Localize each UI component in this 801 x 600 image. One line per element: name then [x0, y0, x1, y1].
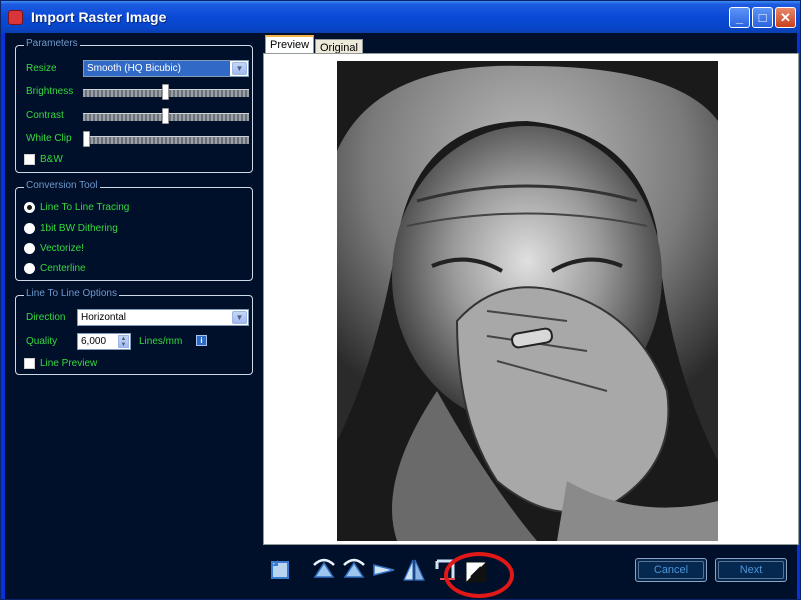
- rotate-left-icon[interactable]: [311, 557, 337, 583]
- mirror-icon[interactable]: [401, 557, 427, 583]
- parameters-group: Parameters Resize Smooth (HQ Bicubic) ▼ …: [15, 38, 253, 173]
- bw-checkbox[interactable]: [24, 154, 35, 165]
- red-annotation-circle: [444, 552, 514, 598]
- resize-label: Resize: [26, 63, 57, 74]
- quality-value: 6,000: [81, 336, 107, 347]
- radio-label-1bit-dithering: 1bit BW Dithering: [40, 223, 118, 234]
- resize-value: Smooth (HQ Bicubic): [84, 61, 230, 76]
- preview-image: [337, 61, 718, 541]
- radio-line-to-line[interactable]: [24, 202, 35, 213]
- contrast-slider-thumb[interactable]: [162, 108, 169, 124]
- direction-value: Horizontal: [81, 312, 127, 323]
- line-preview-label: Line Preview: [40, 358, 98, 369]
- radio-label-line-to-line: Line To Line Tracing: [40, 202, 130, 213]
- bw-label: B&W: [40, 154, 63, 165]
- conversion-tool-group: Conversion Tool Line To Line Tracing 1bi…: [15, 180, 253, 281]
- white-clip-label: White Clip: [26, 133, 72, 144]
- cancel-button[interactable]: Cancel: [635, 558, 707, 582]
- white-clip-slider-thumb[interactable]: [83, 131, 90, 147]
- next-button[interactable]: Next: [715, 558, 787, 582]
- quality-unit: Lines/mm: [139, 336, 183, 347]
- direction-label: Direction: [26, 312, 66, 323]
- radio-centerline[interactable]: [24, 263, 35, 274]
- quality-stepper[interactable]: 6,000 ▲ ▼: [77, 333, 131, 350]
- close-button[interactable]: ✕: [775, 7, 796, 28]
- white-clip-slider[interactable]: [83, 136, 249, 144]
- rotate-icon[interactable]: [267, 557, 293, 583]
- flip-horizontal-icon[interactable]: [371, 557, 397, 583]
- preview-pane: [263, 53, 799, 545]
- contrast-label: Contrast: [26, 110, 64, 121]
- info-icon[interactable]: i: [196, 335, 207, 346]
- rotate-right-icon[interactable]: [341, 557, 367, 583]
- line-preview-checkbox[interactable]: [24, 358, 35, 369]
- import-raster-dialog: Import Raster Image _ □ ✕ Parameters Res…: [0, 0, 801, 600]
- preview-photo-graphic: [337, 61, 718, 541]
- chevron-down-icon[interactable]: ▼: [232, 62, 247, 75]
- radio-1bit-dithering[interactable]: [24, 223, 35, 234]
- title-bar[interactable]: Import Raster Image _ □ ✕: [1, 1, 800, 33]
- radio-vectorize[interactable]: [24, 243, 35, 254]
- conversion-legend: Conversion Tool: [24, 180, 100, 191]
- direction-select[interactable]: Horizontal ▼: [77, 309, 249, 326]
- radio-label-vectorize: Vectorize!: [40, 243, 84, 254]
- brightness-slider-thumb[interactable]: [162, 84, 169, 100]
- line-options-legend: Line To Line Options: [24, 288, 119, 299]
- resize-select[interactable]: Smooth (HQ Bicubic) ▼: [83, 60, 249, 77]
- chevron-down-icon[interactable]: ▼: [232, 311, 247, 324]
- maximize-button[interactable]: □: [752, 7, 773, 28]
- line-options-group: Line To Line Options Direction Horizonta…: [15, 288, 253, 375]
- brightness-label: Brightness: [26, 86, 74, 97]
- stepper-arrows-icon[interactable]: ▲ ▼: [118, 335, 129, 348]
- app-icon: [8, 10, 23, 25]
- quality-label: Quality: [26, 336, 58, 347]
- parameters-legend: Parameters: [24, 38, 80, 49]
- window-title: Import Raster Image: [31, 9, 167, 25]
- dialog-body: Parameters Resize Smooth (HQ Bicubic) ▼ …: [5, 33, 799, 599]
- minimize-button[interactable]: _: [729, 7, 750, 28]
- radio-label-centerline: Centerline: [40, 263, 86, 274]
- tab-preview[interactable]: Preview: [265, 35, 315, 55]
